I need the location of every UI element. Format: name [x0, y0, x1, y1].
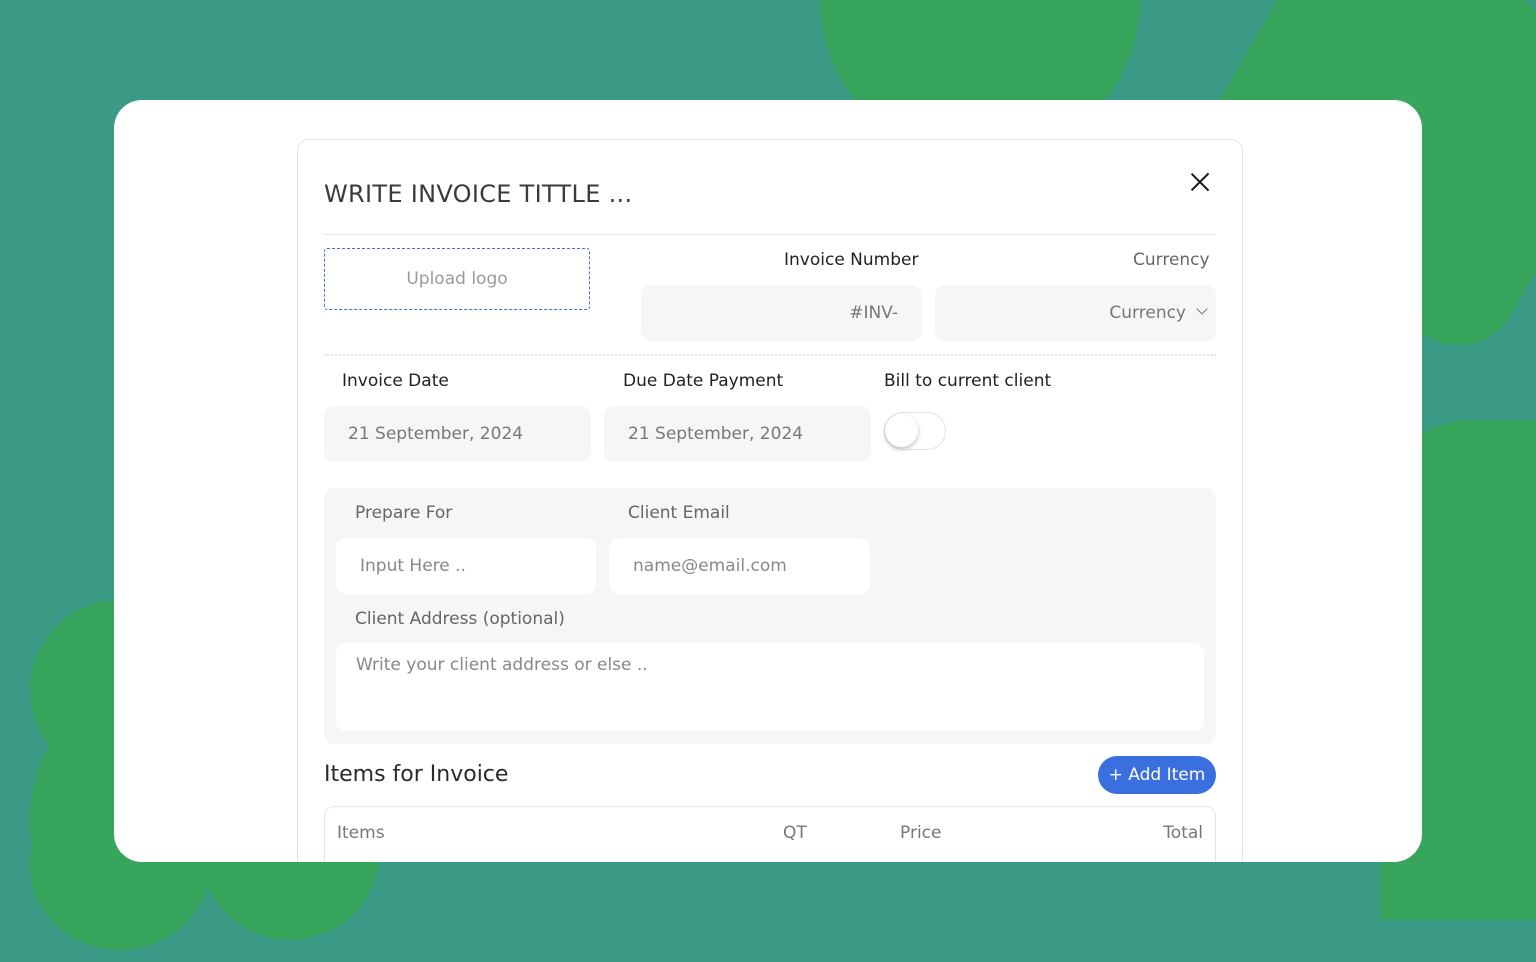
add-item-button[interactable]: + Add Item [1098, 756, 1216, 794]
prepare-for-placeholder: Input Here .. [360, 556, 466, 576]
upload-logo-button[interactable]: Upload logo [324, 248, 590, 310]
due-date-value: 21 September, 2024 [628, 424, 804, 444]
invoice-date-value: 21 September, 2024 [348, 424, 524, 444]
client-address-textarea[interactable]: Write your client address or else .. [336, 643, 1204, 731]
bill-to-client-toggle[interactable] [884, 412, 946, 450]
bill-to-client-label: Bill to current client [884, 371, 1052, 391]
upload-logo-label: Upload logo [406, 269, 508, 289]
client-email-input[interactable]: name@email.com [609, 538, 870, 594]
invoice-number-input[interactable]: #INV- [641, 285, 922, 341]
due-date-label: Due Date Payment [623, 371, 784, 391]
items-table: Items QT Price Total [324, 806, 1216, 862]
prepare-for-label: Prepare For [355, 503, 453, 523]
divider [324, 234, 1216, 235]
invoice-number-value: #INV- [849, 303, 898, 323]
dotted-divider [324, 354, 1216, 356]
invoice-modal: WRITE INVOICE TITTLE ... Upload logo Inv… [297, 139, 1243, 862]
items-section-title: Items for Invoice [324, 762, 509, 787]
client-section: Prepare For Client Email Input Here .. n… [324, 488, 1216, 744]
invoice-date-label: Invoice Date [342, 371, 449, 391]
column-header-price[interactable]: Price [900, 823, 941, 843]
toggle-knob [885, 414, 918, 447]
column-header-items[interactable]: Items [337, 823, 385, 843]
due-date-input[interactable]: 21 September, 2024 [604, 406, 871, 462]
column-header-total[interactable]: Total [1163, 823, 1203, 843]
invoice-date-input[interactable]: 21 September, 2024 [324, 406, 591, 462]
prepare-for-input[interactable]: Input Here .. [336, 538, 596, 594]
client-email-label: Client Email [628, 503, 730, 523]
close-icon[interactable] [1188, 170, 1212, 194]
client-email-placeholder: name@email.com [633, 556, 787, 576]
client-address-label: Client Address (optional) [355, 609, 565, 629]
column-header-qt[interactable]: QT [783, 823, 807, 843]
currency-select-value: Currency [1109, 303, 1186, 323]
chevron-down-icon [1196, 303, 1208, 315]
invoice-number-label: Invoice Number [784, 250, 919, 270]
currency-select[interactable]: Currency [935, 285, 1216, 341]
modal-title[interactable]: WRITE INVOICE TITTLE ... [324, 180, 632, 208]
client-address-placeholder: Write your client address or else .. [356, 655, 648, 675]
currency-label: Currency [1133, 250, 1210, 270]
card-container: WRITE INVOICE TITTLE ... Upload logo Inv… [114, 100, 1422, 862]
